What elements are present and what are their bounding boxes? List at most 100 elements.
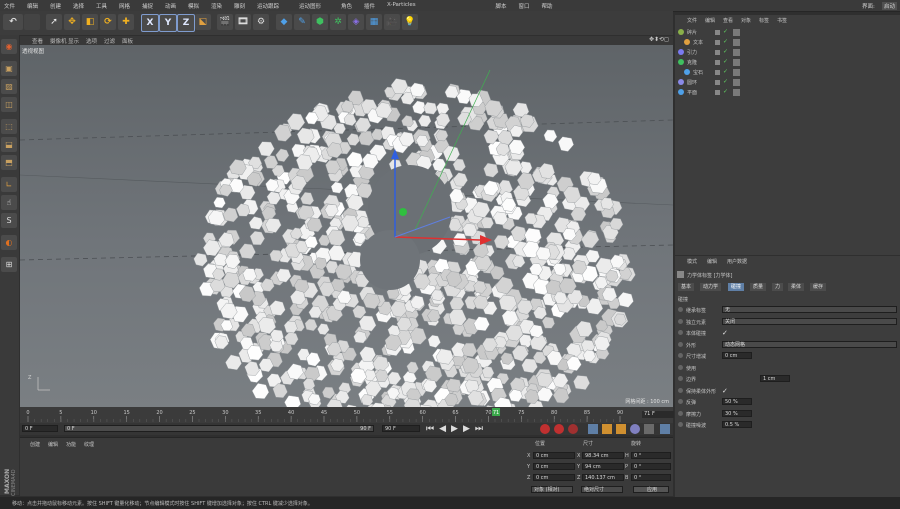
y-axis-lock-icon[interactable]: Y xyxy=(159,14,177,32)
deformer-icon[interactable]: ◈ xyxy=(348,14,364,30)
axis-mode-icon[interactable]: ∟ xyxy=(1,177,17,192)
animate-dot[interactable] xyxy=(678,330,683,335)
render-view-icon[interactable]: 🎬 xyxy=(217,14,233,30)
key-scale-icon[interactable] xyxy=(602,424,612,434)
object-tag-icon[interactable] xyxy=(733,49,740,56)
attribute-tab[interactable]: 质量 xyxy=(750,283,767,291)
undo-icon[interactable]: ↶ xyxy=(3,14,23,30)
visibility-dots-icon[interactable] xyxy=(715,40,720,45)
enable-check-icon[interactable]: ✓ xyxy=(723,38,728,45)
viewport-menu-item[interactable]: 查看 xyxy=(32,37,43,45)
visibility-dots-icon[interactable] xyxy=(715,30,720,35)
menu-item[interactable]: X-Particles xyxy=(387,2,416,8)
viewport-nav-icons[interactable]: ✥⬍⟲◻ xyxy=(649,36,669,43)
rotation-field[interactable]: 0 ° xyxy=(631,452,671,459)
attribute-tab[interactable]: 基本 xyxy=(678,283,695,291)
property-field[interactable]: 1 cm xyxy=(760,375,790,382)
enable-check-icon[interactable]: ✓ xyxy=(723,58,728,65)
animate-dot[interactable] xyxy=(678,399,683,404)
enable-check-icon[interactable]: ✓ xyxy=(723,28,728,35)
object-row[interactable]: 文本 ✓ xyxy=(675,38,900,47)
snap-icon[interactable]: S xyxy=(1,213,17,228)
visibility-dots-icon[interactable] xyxy=(715,50,720,55)
attribute-tab[interactable]: 柔体 xyxy=(788,283,805,291)
menu-item[interactable]: 帮助 xyxy=(542,2,553,10)
object-row[interactable]: 碎片 ✓ xyxy=(675,28,900,37)
polygons-mode-icon[interactable]: ⬒ xyxy=(1,155,17,170)
object-menu-item[interactable]: 编辑 xyxy=(705,17,715,24)
object-menu-item[interactable]: 标签 xyxy=(759,17,769,24)
timeline-window-icon[interactable] xyxy=(660,424,670,434)
animate-dot[interactable] xyxy=(678,410,683,416)
auto-keyframe-icon[interactable] xyxy=(554,424,564,434)
object-tag-icon[interactable] xyxy=(733,79,740,86)
position-field[interactable]: 0 cm xyxy=(533,474,575,481)
property-dropdown[interactable]: 无 xyxy=(722,306,897,313)
attribute-menu-item[interactable]: 用户数据 xyxy=(727,258,747,265)
transport-buttons[interactable]: ⏮◀▶▶⏭ xyxy=(426,424,488,434)
floor-icon[interactable]: ▦ xyxy=(366,14,382,30)
material-menu-item[interactable]: 功能 xyxy=(66,441,76,448)
attribute-tab[interactable]: 动力学 xyxy=(700,283,722,291)
property-dropdown[interactable]: 动态网格 xyxy=(722,340,897,348)
make-editable-icon[interactable]: ◉ xyxy=(1,39,17,54)
viewport-menu-item[interactable]: 面板 xyxy=(122,37,133,45)
select-cursor-icon[interactable]: ➚ xyxy=(46,14,62,30)
apply-button[interactable]: 应用 xyxy=(633,486,669,493)
record-keyframe-icon[interactable] xyxy=(540,424,550,434)
object-tag-icon[interactable] xyxy=(733,69,740,76)
rotation-field[interactable]: 0 ° xyxy=(631,463,671,470)
recent-tool-icon[interactable]: ✚ xyxy=(118,14,134,30)
animate-dot[interactable] xyxy=(678,318,683,324)
subdivision-icon[interactable]: ⬢ xyxy=(312,14,328,30)
size-field[interactable]: 98.34 cm xyxy=(582,452,624,459)
timeline-ruler[interactable]: 0 5 10 15 20 25 30 35 40 45 50 55 60 65 70 75 80 85 90 71 7… xyxy=(20,407,674,423)
layout-select[interactable]: 启动 xyxy=(882,2,898,10)
object-tag-icon[interactable] xyxy=(733,39,740,46)
x-axis-lock-icon[interactable]: X xyxy=(141,14,159,32)
animate-dot[interactable] xyxy=(678,376,683,381)
object-tag-icon[interactable] xyxy=(733,89,740,96)
object-menu-item[interactable]: 查看 xyxy=(723,17,733,24)
solo-icon[interactable]: ◐ xyxy=(1,235,17,250)
visibility-dots-icon[interactable] xyxy=(715,90,720,95)
animate-dot[interactable] xyxy=(678,353,683,358)
coord-mode-dropdown[interactable]: 对象 (相对) xyxy=(531,486,573,493)
menu-item[interactable]: 角色 xyxy=(341,2,352,10)
object-menu-item[interactable]: 书签 xyxy=(777,17,787,24)
spline-pen-icon[interactable]: ✎ xyxy=(294,14,310,30)
z-axis-lock-icon[interactable]: Z xyxy=(177,14,195,32)
material-menu-item[interactable]: 创建 xyxy=(30,441,40,448)
key-param-icon[interactable] xyxy=(630,424,640,434)
object-row[interactable]: 平面 ✓ xyxy=(675,88,900,97)
object-menu-item[interactable]: 对象 xyxy=(741,17,751,24)
animate-dot[interactable] xyxy=(678,387,683,393)
workplane-icon[interactable]: ◫ xyxy=(1,97,17,112)
render-settings-icon[interactable]: ⚙ xyxy=(253,14,269,30)
attribute-tab[interactable]: 力 xyxy=(772,283,784,291)
material-menu-item[interactable]: 编辑 xyxy=(48,441,58,448)
menu-item[interactable]: 运动图形 xyxy=(299,2,321,10)
edges-mode-icon[interactable]: ⬓ xyxy=(1,137,17,152)
animate-dot[interactable] xyxy=(678,422,683,427)
menu-item[interactable]: 工具 xyxy=(96,2,107,10)
object-row[interactable]: 克隆 ✓ xyxy=(675,58,900,67)
object-tag-icon[interactable] xyxy=(733,29,740,36)
light-icon[interactable]: 💡 xyxy=(402,14,418,30)
start-frame-field[interactable]: 0 F xyxy=(22,425,58,432)
position-field[interactable]: 0 cm xyxy=(533,463,575,470)
menu-item[interactable]: 渲染 xyxy=(211,2,222,10)
property-checkbox[interactable]: ✓ xyxy=(722,329,728,337)
viewport-menu-item[interactable]: 过滤 xyxy=(104,37,115,45)
property-field[interactable]: 0 cm xyxy=(722,352,752,359)
visibility-dots-icon[interactable] xyxy=(715,80,720,85)
menu-item[interactable]: 网格 xyxy=(119,2,130,10)
keyframe-selection-icon[interactable] xyxy=(568,424,578,434)
move-icon[interactable]: ✥ xyxy=(64,14,80,30)
enable-check-icon[interactable]: ✓ xyxy=(723,88,728,95)
render-picture-viewer-icon[interactable]: 🎞 xyxy=(235,14,251,30)
property-field[interactable]: 0.5 % xyxy=(722,421,752,428)
enable-check-icon[interactable]: ✓ xyxy=(723,68,728,75)
animate-dot[interactable] xyxy=(678,307,683,312)
points-mode-icon[interactable]: ⬚ xyxy=(1,119,17,134)
